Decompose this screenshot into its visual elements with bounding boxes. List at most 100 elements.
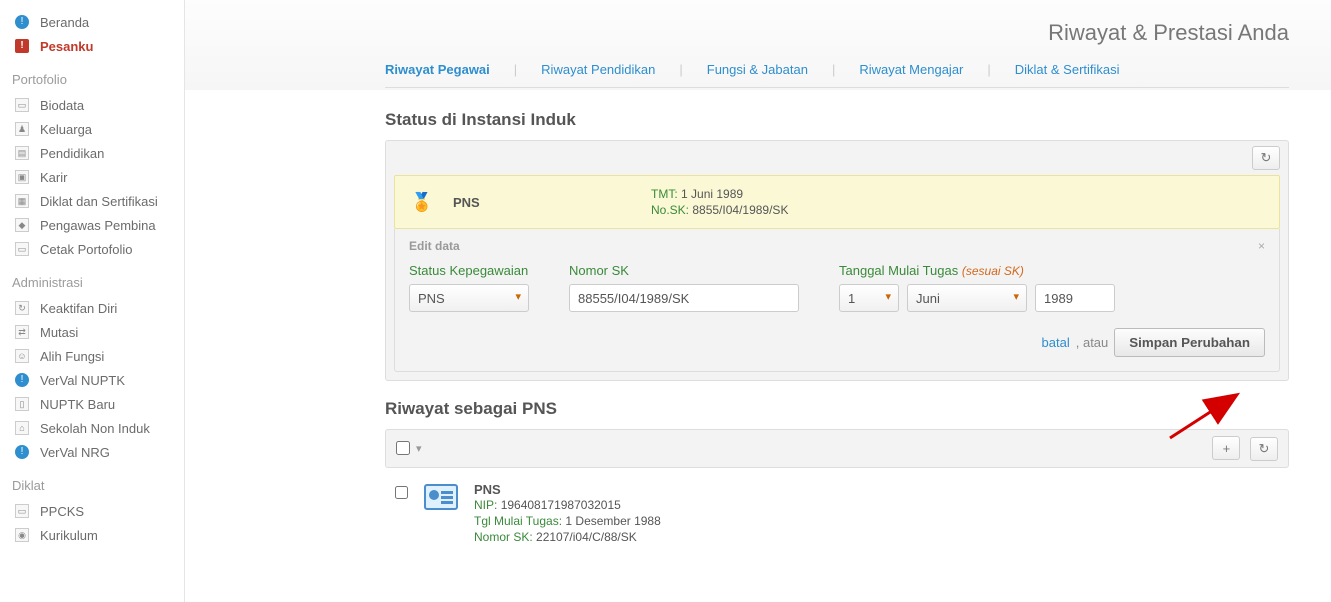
sidebar-item-pengawas-pembina[interactable]: ◆ Pengawas Pembina xyxy=(14,213,184,237)
sidebar-item-nuptk-baru[interactable]: ▯ NUPTK Baru xyxy=(14,392,184,416)
add-button[interactable]: + xyxy=(1212,436,1240,460)
tab-riwayat-mengajar[interactable]: Riwayat Mengajar xyxy=(859,62,963,81)
tmt-label: Tanggal Mulai Tugas (sesuai SK) xyxy=(839,263,1115,278)
globe-icon: ◉ xyxy=(14,527,30,543)
sidebar-item-label: Kurikulum xyxy=(40,528,98,543)
refresh-icon: ↻ xyxy=(1261,150,1272,166)
pns-heading: Riwayat sebagai PNS xyxy=(385,399,1289,419)
or-text: , atau xyxy=(1076,335,1109,350)
sidebar-item-label: Keluarga xyxy=(40,122,92,137)
select-all-checkbox[interactable] xyxy=(396,441,410,455)
nomor-sk-input[interactable] xyxy=(569,284,799,312)
tmt-key: TMT: xyxy=(651,187,678,201)
refresh-button[interactable]: ↻ xyxy=(1252,146,1280,170)
sidebar-item-biodata[interactable]: ▭ Biodata xyxy=(14,93,184,117)
sidebar-item-pendidikan[interactable]: ▤ Pendidikan xyxy=(14,141,184,165)
person-icon: ☺ xyxy=(14,348,30,364)
sidebar-item-label: Cetak Portofolio xyxy=(40,242,133,257)
cert-icon: ▦ xyxy=(14,193,30,209)
sidebar-item-verval-nuptk[interactable]: ! VerVal NUPTK xyxy=(14,368,184,392)
refresh-list-button[interactable]: ↻ xyxy=(1250,437,1278,461)
tmt-hint: (sesuai SK) xyxy=(962,264,1024,278)
status-panel: ↻ 🏅 PNS TMT: 1 Juni 1989 No.SK: 8855/I04… xyxy=(385,140,1289,381)
edit-form-title: Edit data xyxy=(409,239,460,253)
sidebar-item-label: Pesanku xyxy=(40,39,93,54)
book-icon: ▤ xyxy=(14,145,30,161)
sidebar-item-mutasi[interactable]: ⇄ Mutasi xyxy=(14,320,184,344)
sidebar-item-label: NUPTK Baru xyxy=(40,397,115,412)
info-circle-icon: ! xyxy=(14,444,30,460)
sidebar-item-kurikulum[interactable]: ◉ Kurikulum xyxy=(14,523,184,547)
sidebar-item-keluarga[interactable]: ♟Keluarga xyxy=(14,117,184,141)
sidebar-item-diklat-sertifikasi[interactable]: ▦Diklat dan Sertifikasi xyxy=(14,189,184,213)
cancel-link[interactable]: batal xyxy=(1042,335,1070,350)
sidebar-item-ppcks[interactable]: ▭ PPCKS xyxy=(14,499,184,523)
plus-icon: + xyxy=(1223,441,1231,456)
id-card-icon xyxy=(424,484,458,510)
sidebar-item-cetak-portofolio[interactable]: ▭ Cetak Portofolio xyxy=(14,237,184,261)
nip-key: NIP: xyxy=(474,498,497,512)
sidebar-item-alih-fungsi[interactable]: ☺Alih Fungsi xyxy=(14,344,184,368)
tab-riwayat-pegawai[interactable]: Riwayat Pegawai xyxy=(385,62,490,81)
status-kepegawaian-select[interactable]: PNS xyxy=(409,284,529,312)
pns-list-item: PNS NIP: 196408171987032015 Tgl Mulai Tu… xyxy=(385,468,1289,551)
status-kepegawaian-label: Status Kepegawaian xyxy=(409,263,529,278)
sidebar-item-label: Sekolah Non Induk xyxy=(40,421,150,436)
pns-list-panel: ▾ + ↻ PNS NIP: 196408171987032015 Tgl Mu… xyxy=(385,429,1289,551)
sidebar-item-label: Mutasi xyxy=(40,325,78,340)
nomor-sk-label: Nomor SK xyxy=(569,263,799,278)
close-button[interactable]: × xyxy=(1258,239,1265,253)
status-card: 🏅 PNS TMT: 1 Juni 1989 No.SK: 8855/I04/1… xyxy=(394,175,1280,229)
pns-list-toolbar: ▾ + ↻ xyxy=(385,429,1289,468)
main-content: Riwayat & Prestasi Anda Riwayat Pegawai|… xyxy=(185,0,1331,602)
sidebar-item-label: Beranda xyxy=(40,15,89,30)
sidebar-section-administrasi: Administrasi xyxy=(12,271,184,294)
sidebar-item-keaktifan-diri[interactable]: ↻ Keaktifan Diri xyxy=(14,296,184,320)
doc-icon: ▯ xyxy=(14,396,30,412)
print-icon: ▭ xyxy=(14,241,30,257)
sidebar-item-label: Keaktifan Diri xyxy=(40,301,117,316)
sidebar-item-label: Karir xyxy=(40,170,67,185)
sidebar-item-pesanku[interactable]: ! Pesanku xyxy=(14,34,184,58)
sidebar-item-label: Biodata xyxy=(40,98,84,113)
edit-form: Edit data × Status Kepegawaian PNS Nomor… xyxy=(394,229,1280,372)
info-circle-icon: ! xyxy=(14,14,30,30)
sidebar-item-verval-nrg[interactable]: ! VerVal NRG xyxy=(14,440,184,464)
alert-badge-icon: ! xyxy=(14,38,30,54)
tab-diklat-sertifikasi[interactable]: Diklat & Sertifikasi xyxy=(1015,62,1120,81)
tmt-val: 1 Juni 1989 xyxy=(681,187,743,201)
item-checkbox[interactable] xyxy=(395,486,408,499)
nosk-item-key: Nomor SK: xyxy=(474,530,533,544)
sidebar-section-portofolio: Portofolio xyxy=(12,68,184,91)
card-icon: ▭ xyxy=(14,97,30,113)
tmt-year-input[interactable] xyxy=(1035,284,1115,312)
doc-icon: ▭ xyxy=(14,503,30,519)
chevron-down-icon[interactable]: ▾ xyxy=(416,442,422,455)
swap-icon: ⇄ xyxy=(14,324,30,340)
nosk-item-val: 22107/i04/C/88/SK xyxy=(536,530,637,544)
sidebar-item-label: Pendidikan xyxy=(40,146,104,161)
sidebar-item-label: VerVal NUPTK xyxy=(40,373,125,388)
sidebar-item-label: VerVal NRG xyxy=(40,445,110,460)
sidebar-section-diklat: Diklat xyxy=(12,474,184,497)
nosk-val: 8855/I04/1989/SK xyxy=(692,203,788,217)
simpan-perubahan-button[interactable]: Simpan Perubahan xyxy=(1114,328,1265,357)
info-circle-icon: ! xyxy=(14,372,30,388)
tab-fungsi-jabatan[interactable]: Fungsi & Jabatan xyxy=(707,62,808,81)
sidebar-item-sekolah-non-induk[interactable]: ⌂Sekolah Non Induk xyxy=(14,416,184,440)
sidebar-item-beranda[interactable]: ! Beranda xyxy=(14,10,184,34)
sidebar-item-label: Pengawas Pembina xyxy=(40,218,156,233)
sidebar-item-karir[interactable]: ▣Karir xyxy=(14,165,184,189)
sidebar-item-label: PPCKS xyxy=(40,504,84,519)
tmt-month-select[interactable]: Juni xyxy=(907,284,1027,312)
nosk-key: No.SK: xyxy=(651,203,689,217)
sidebar: ! Beranda ! Pesanku Portofolio ▭Biodata … xyxy=(0,0,185,602)
shield-icon: ◆ xyxy=(14,217,30,233)
tab-bar: Riwayat Pegawai| Riwayat Pendidikan| Fun… xyxy=(385,62,1289,88)
refresh-icon: ↻ xyxy=(1259,441,1270,457)
tab-riwayat-pendidikan[interactable]: Riwayat Pendidikan xyxy=(541,62,655,81)
item-title: PNS xyxy=(474,482,661,497)
tmt-day-select[interactable]: 1 xyxy=(839,284,899,312)
refresh-icon: ↻ xyxy=(14,300,30,316)
status-card-title: PNS xyxy=(453,195,633,210)
